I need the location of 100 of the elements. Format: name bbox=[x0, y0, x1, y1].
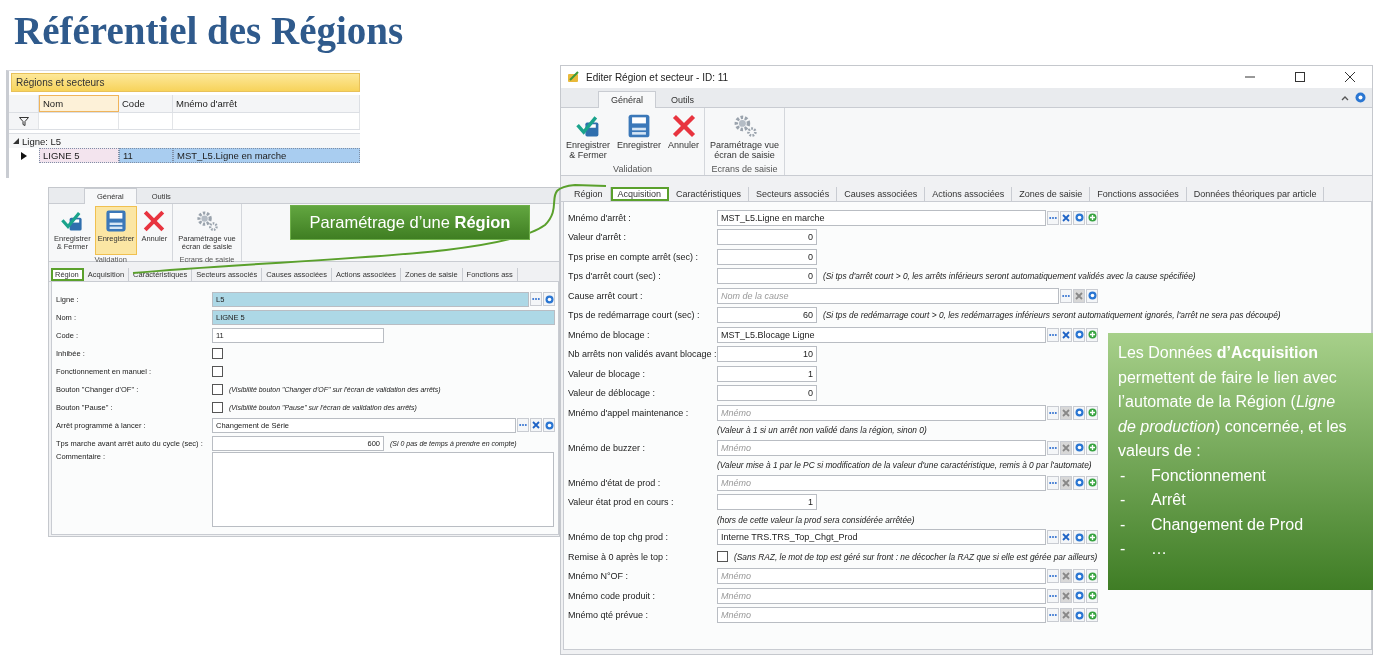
refresh-button[interactable] bbox=[1073, 569, 1085, 584]
more-button[interactable] bbox=[1047, 569, 1059, 584]
ribbon-button[interactable]: Paramétrage vue écran de saisie bbox=[707, 110, 783, 164]
group-label: Ligne: L5 bbox=[22, 135, 62, 147]
comment-field[interactable] bbox=[212, 452, 554, 527]
ribbon-button[interactable]: Enregistrer & Fermer bbox=[563, 110, 613, 164]
more-button[interactable] bbox=[1047, 440, 1059, 455]
more-button[interactable] bbox=[1047, 530, 1059, 545]
checkbox[interactable] bbox=[212, 401, 223, 413]
field-label: Mnémo d'état de prod : bbox=[568, 477, 662, 488]
column-header[interactable]: Code bbox=[119, 95, 173, 112]
number-field[interactable]: 0 bbox=[717, 385, 817, 402]
table-cell[interactable]: MST_L5.Ligne en marche bbox=[173, 148, 360, 163]
refresh-icon bbox=[1074, 213, 1084, 223]
field-label: Mnémo de buzzer : bbox=[568, 442, 647, 453]
ribbon-tab[interactable]: Outils bbox=[658, 91, 708, 108]
number-field[interactable]: 1 bbox=[717, 365, 817, 382]
bullet-text: Arrêt bbox=[1151, 490, 1186, 510]
column-header[interactable]: Mnémo d'arrêt bbox=[173, 95, 360, 112]
filter-icon[interactable] bbox=[18, 116, 29, 126]
refresh-button[interactable] bbox=[1073, 405, 1085, 420]
refresh-button[interactable] bbox=[1073, 210, 1085, 225]
ribbon-button[interactable]: Annuler bbox=[665, 110, 703, 164]
refresh-icon bbox=[544, 420, 554, 430]
help-icon[interactable] bbox=[1355, 92, 1366, 103]
ribbon-button[interactable]: Enregistrer bbox=[614, 110, 665, 164]
add-button[interactable] bbox=[1086, 608, 1098, 623]
number-field[interactable]: 60 bbox=[717, 307, 817, 324]
refresh-button[interactable] bbox=[1086, 288, 1098, 303]
clear-button[interactable] bbox=[1060, 530, 1072, 545]
add-button[interactable] bbox=[1086, 588, 1098, 603]
table-cell[interactable]: 11 bbox=[119, 148, 173, 163]
clear-button[interactable] bbox=[1060, 327, 1072, 342]
refresh-button[interactable] bbox=[1073, 327, 1085, 342]
tab[interactable]: Zones de saisie bbox=[1012, 187, 1091, 201]
number-field[interactable]: 0 bbox=[717, 268, 817, 285]
clear-icon bbox=[1062, 533, 1070, 542]
more-button[interactable] bbox=[530, 292, 542, 306]
dots-icon bbox=[1049, 535, 1057, 540]
add-button[interactable] bbox=[1086, 405, 1098, 420]
refresh-button[interactable] bbox=[1073, 530, 1085, 545]
bullet-text: Fonctionnement bbox=[1151, 465, 1266, 486]
add-button[interactable] bbox=[1086, 530, 1098, 545]
field-note: (Si tps d'arrêt court > 0, les arrêts inférieurs seront automatiquement validés avec la cause spécifiée) bbox=[823, 271, 1196, 282]
field-label: Mnémo code produit : bbox=[568, 590, 657, 601]
tab[interactable]: Acquisition bbox=[610, 187, 670, 201]
add-button[interactable] bbox=[1086, 440, 1098, 455]
table-cell[interactable]: LIGNE 5 bbox=[39, 148, 119, 163]
checkbox[interactable] bbox=[212, 365, 223, 377]
tab[interactable]: Fonctions associées bbox=[1090, 187, 1187, 201]
add-button[interactable] bbox=[1086, 327, 1098, 342]
column-header[interactable]: Nom bbox=[39, 95, 119, 112]
refresh-button[interactable] bbox=[543, 292, 555, 306]
add-button[interactable] bbox=[1086, 210, 1098, 225]
group-label: Validation bbox=[612, 164, 653, 174]
checkbox[interactable] bbox=[212, 383, 223, 395]
more-button[interactable] bbox=[1047, 475, 1059, 490]
field-label: Valeur de déblocage : bbox=[568, 388, 656, 399]
refresh-button[interactable] bbox=[1073, 588, 1085, 603]
checkbox[interactable] bbox=[717, 551, 728, 563]
expand-icon[interactable] bbox=[13, 138, 19, 144]
tab[interactable]: Données théoriques par article bbox=[1186, 187, 1325, 201]
tab[interactable]: Actions associées bbox=[925, 187, 1013, 201]
lookup-field[interactable]: MST_L5.Blocage Ligne bbox=[717, 326, 1046, 343]
panel-title: Régions et secteurs bbox=[11, 73, 360, 92]
more-button[interactable] bbox=[1047, 327, 1059, 342]
number-field[interactable]: 0 bbox=[717, 229, 817, 246]
number-field[interactable]: 0 bbox=[717, 248, 817, 265]
lookup-field[interactable]: MST_L5.Ligne en marche bbox=[717, 209, 1046, 226]
more-button[interactable] bbox=[1047, 608, 1059, 623]
checkbox[interactable] bbox=[212, 347, 223, 359]
clear-button[interactable] bbox=[530, 418, 542, 432]
tab[interactable]: Caractéristiques bbox=[669, 187, 750, 201]
field-label: Mnémo qté prévue : bbox=[568, 610, 650, 621]
refresh-button[interactable] bbox=[1073, 608, 1085, 623]
dots-icon bbox=[532, 297, 540, 301]
plus-icon bbox=[1087, 408, 1097, 418]
refresh-button[interactable] bbox=[543, 418, 555, 432]
refresh-button[interactable] bbox=[1073, 440, 1085, 455]
more-button[interactable] bbox=[1047, 405, 1059, 420]
more-button[interactable] bbox=[1047, 588, 1059, 603]
plus-icon bbox=[1087, 213, 1097, 223]
lookup-field[interactable]: Interne TRS.TRS_Top_Chgt_Prod bbox=[717, 529, 1046, 546]
refresh-icon bbox=[1074, 443, 1084, 453]
number-field[interactable]: 1 bbox=[717, 494, 817, 511]
more-button[interactable] bbox=[1047, 210, 1059, 225]
refresh-button[interactable] bbox=[1073, 475, 1085, 490]
more-button[interactable] bbox=[1060, 288, 1072, 303]
collapse-icon[interactable] bbox=[1341, 94, 1349, 101]
tab[interactable]: Région bbox=[567, 187, 611, 201]
add-button[interactable] bbox=[1086, 475, 1098, 490]
tab[interactable]: Secteurs associés bbox=[749, 187, 838, 201]
bullet-text: … bbox=[1151, 539, 1167, 559]
clear-button[interactable] bbox=[1060, 210, 1072, 225]
number-field[interactable]: 10 bbox=[717, 346, 817, 363]
add-button[interactable] bbox=[1086, 569, 1098, 584]
more-button[interactable] bbox=[517, 418, 529, 432]
tab[interactable]: Causes associées bbox=[837, 187, 926, 201]
plus-icon bbox=[1087, 571, 1097, 581]
ribbon-tab[interactable]: Général bbox=[598, 91, 657, 108]
